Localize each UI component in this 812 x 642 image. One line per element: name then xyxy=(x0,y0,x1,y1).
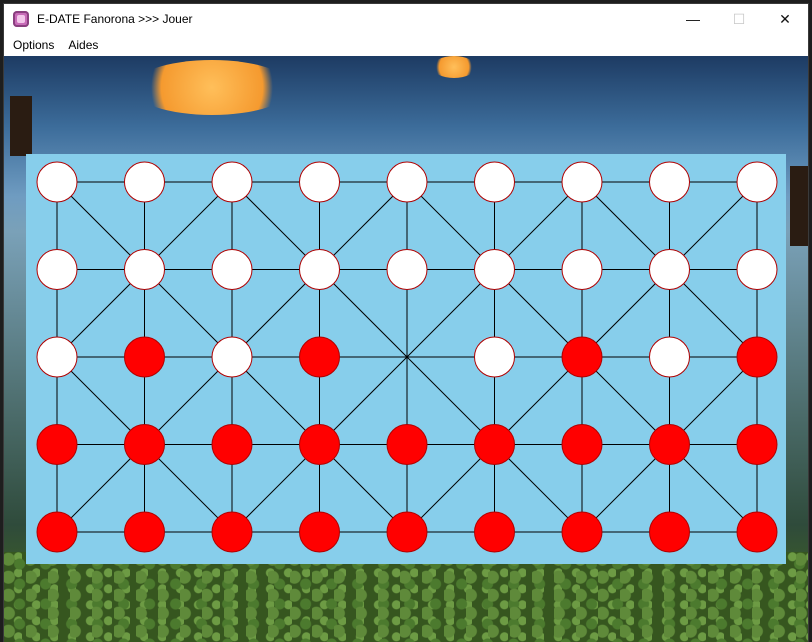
fanorona-board[interactable] xyxy=(26,154,786,564)
red-piece[interactable] xyxy=(299,336,340,378)
red-piece[interactable] xyxy=(36,511,78,553)
white-piece[interactable] xyxy=(299,161,340,203)
white-piece[interactable] xyxy=(299,249,340,290)
menu-aides[interactable]: Aides xyxy=(61,34,105,56)
white-piece[interactable] xyxy=(736,249,778,290)
window-title: E-DATE Fanorona >>> Jouer xyxy=(37,12,193,26)
red-piece[interactable] xyxy=(736,424,778,465)
game-window: E-DATE Fanorona >>> Jouer — ☐ ✕ Options … xyxy=(4,4,808,642)
minimize-icon[interactable]: — xyxy=(670,4,716,34)
menu-bar: Options Aides xyxy=(4,34,808,56)
white-piece[interactable] xyxy=(561,249,603,290)
white-piece[interactable] xyxy=(211,336,253,378)
white-piece[interactable] xyxy=(386,249,428,290)
red-piece[interactable] xyxy=(561,336,603,378)
white-piece[interactable] xyxy=(211,249,253,290)
red-piece[interactable] xyxy=(299,511,340,553)
white-piece[interactable] xyxy=(36,249,78,290)
red-piece[interactable] xyxy=(386,424,428,465)
red-piece[interactable] xyxy=(36,424,78,465)
white-piece[interactable] xyxy=(36,161,78,203)
white-piece[interactable] xyxy=(561,161,603,203)
white-piece[interactable] xyxy=(649,161,690,203)
white-piece[interactable] xyxy=(649,336,690,378)
red-piece[interactable] xyxy=(649,511,690,553)
baobab-trunk-left xyxy=(10,96,32,156)
grass-ground xyxy=(4,552,808,642)
red-piece[interactable] xyxy=(649,424,690,465)
red-piece[interactable] xyxy=(124,336,165,378)
menu-options[interactable]: Options xyxy=(4,34,61,56)
white-piece[interactable] xyxy=(211,161,253,203)
red-piece[interactable] xyxy=(561,424,603,465)
red-piece[interactable] xyxy=(299,424,340,465)
white-piece[interactable] xyxy=(386,161,428,203)
red-piece[interactable] xyxy=(211,511,253,553)
white-piece[interactable] xyxy=(474,336,515,378)
white-piece[interactable] xyxy=(474,161,515,203)
red-piece[interactable] xyxy=(736,336,778,378)
baobab-trunk-right xyxy=(790,166,808,246)
close-icon[interactable]: ✕ xyxy=(762,4,808,34)
red-piece[interactable] xyxy=(124,424,165,465)
red-piece[interactable] xyxy=(124,511,165,553)
red-piece[interactable] xyxy=(474,424,515,465)
maximize-icon[interactable]: ☐ xyxy=(716,4,762,34)
white-piece[interactable] xyxy=(36,336,78,378)
white-piece[interactable] xyxy=(124,249,165,290)
red-piece[interactable] xyxy=(211,424,253,465)
white-piece[interactable] xyxy=(649,249,690,290)
red-piece[interactable] xyxy=(386,511,428,553)
fanorona-app-icon xyxy=(13,11,29,27)
red-piece[interactable] xyxy=(474,511,515,553)
title-bar[interactable]: E-DATE Fanorona >>> Jouer — ☐ ✕ xyxy=(4,4,808,34)
board-canvas[interactable] xyxy=(26,154,786,564)
background-scene xyxy=(4,56,808,642)
white-piece[interactable] xyxy=(124,161,165,203)
red-piece[interactable] xyxy=(736,511,778,553)
white-piece[interactable] xyxy=(474,249,515,290)
red-piece[interactable] xyxy=(561,511,603,553)
white-piece[interactable] xyxy=(736,161,778,203)
sunset-cloud xyxy=(132,60,292,115)
window-controls: — ☐ ✕ xyxy=(670,4,808,34)
sunset-cloud-small xyxy=(432,56,476,78)
